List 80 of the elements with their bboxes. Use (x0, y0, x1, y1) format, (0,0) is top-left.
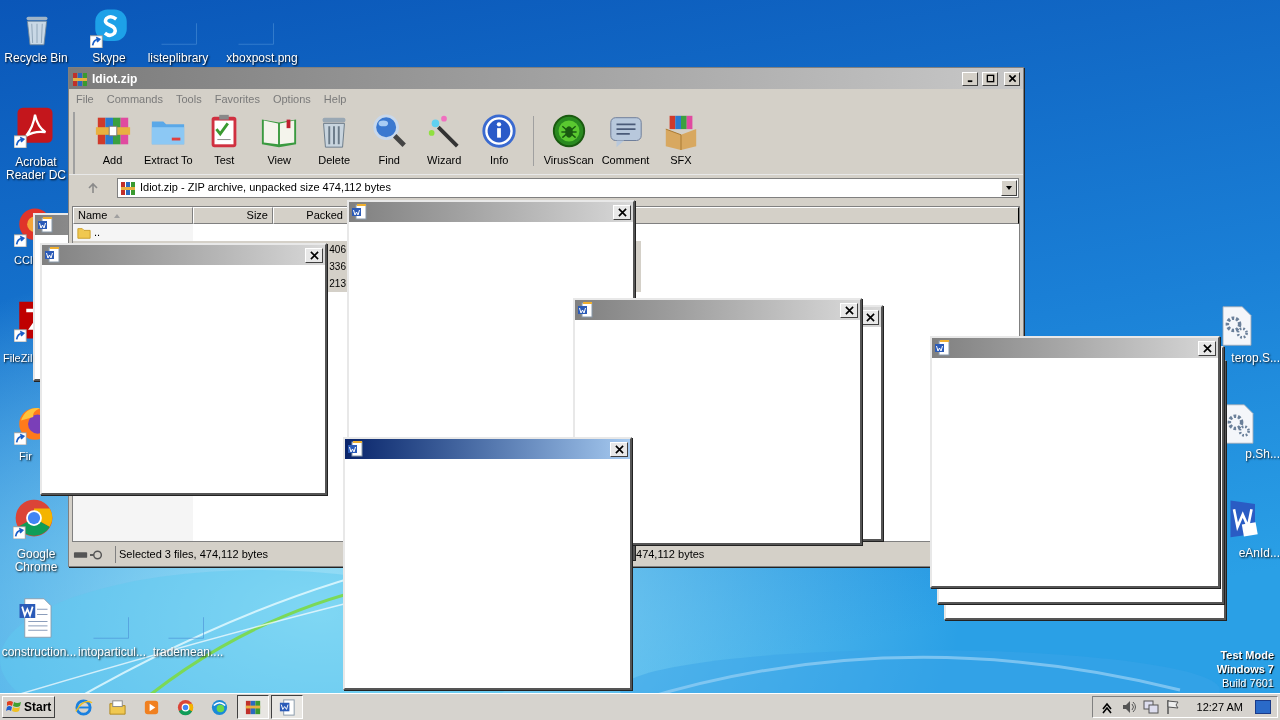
close-button[interactable] (613, 204, 631, 220)
search-icon (370, 112, 409, 150)
maximize-button[interactable] (982, 71, 998, 86)
archive-icon (120, 179, 136, 196)
browser-icon[interactable] (13, 497, 55, 539)
packed-size: 406 (329, 243, 346, 257)
icon-label[interactable]: listeplibrary (141, 52, 215, 65)
close-icon (617, 207, 627, 217)
icon-label[interactable]: Acrobat Reader DC (0, 156, 72, 182)
column-header[interactable]: Name (73, 207, 193, 224)
close-button[interactable] (1198, 340, 1216, 356)
system-text: Build 7601 (1222, 676, 1274, 690)
system-text: Test Mode (1220, 648, 1274, 662)
toolbar-button[interactable]: Extract To (140, 112, 197, 169)
close-button[interactable] (305, 247, 323, 263)
toolbar-button[interactable]: View (251, 112, 307, 169)
network-icon[interactable] (1142, 699, 1159, 715)
dropdown-button[interactable] (1001, 179, 1017, 196)
packed-size: 336 (329, 260, 346, 274)
status-text: Selected 3 files, 474,112 bytes (115, 546, 268, 563)
taskbar-button[interactable] (271, 695, 304, 719)
toolbar-button[interactable]: Add (85, 112, 140, 169)
minimize-button[interactable] (962, 71, 978, 86)
browser-icon (209, 697, 229, 717)
icon-label[interactable]: terop.S... (1226, 352, 1280, 365)
close-icon (1007, 74, 1017, 83)
document-icon (37, 217, 53, 233)
icon-label[interactable]: xboxpost.png (217, 52, 307, 65)
toolbar-button[interactable]: Find (361, 112, 417, 169)
close-button[interactable] (840, 302, 858, 318)
packed-size: 213 (329, 277, 346, 291)
window-title: Idiot.zip (92, 70, 138, 88)
address-field[interactable]: Idiot.zip - ZIP archive, unpacked size 474,112 bytes (117, 177, 1019, 198)
close-icon (614, 444, 624, 454)
document-icon (351, 204, 367, 220)
flag-icon[interactable] (1164, 699, 1181, 715)
up-arrow-icon (87, 181, 99, 194)
close-button[interactable] (1004, 71, 1020, 86)
close-icon (865, 312, 875, 322)
document-icon (44, 247, 60, 263)
toolbar-button[interactable]: Delete (306, 112, 362, 169)
clock-text[interactable]: 12:27 AM (1196, 698, 1243, 716)
toolbar-button[interactable]: Wizard (416, 112, 472, 169)
caret-icon (1005, 183, 1013, 192)
icon-label[interactable]: Skype (80, 52, 138, 65)
toolbar-button[interactable]: Comment (597, 112, 654, 169)
close-icon (844, 305, 854, 315)
file-name: .. (94, 225, 101, 241)
sort-arrow-icon (113, 212, 122, 219)
close-icon (1202, 343, 1212, 353)
document-icon (347, 441, 363, 457)
folder-icon (77, 225, 91, 240)
icon-label[interactable]: p.Sh... (1226, 448, 1280, 461)
browser-icon (73, 697, 93, 717)
toolbar-button[interactable]: Test (196, 112, 252, 169)
column-header[interactable]: Size (193, 207, 273, 224)
status-text: 474,112 bytes (636, 547, 705, 563)
start-button[interactable]: Start (2, 696, 56, 718)
icon-label[interactable]: Recycle Bin (0, 52, 72, 65)
column-header[interactable]: Packed (273, 207, 348, 224)
archive-app-icon (72, 70, 88, 87)
icon-label[interactable]: CCl (14, 254, 36, 267)
address-text: Idiot.zip - ZIP archive, unpacked size 474,112 bytes (140, 180, 392, 196)
document-icon (934, 340, 950, 356)
close-icon (309, 250, 319, 260)
system-text: Windows 7 (1216, 662, 1274, 676)
info-icon (480, 112, 519, 150)
maximize-icon (985, 74, 995, 83)
document-icon (577, 302, 593, 318)
toolbar-button[interactable]: SFX (653, 112, 709, 169)
browser-icon (175, 697, 195, 717)
icon-label[interactable]: FileZil (3, 352, 33, 365)
taskbar-button[interactable] (237, 695, 270, 719)
folder-icon (107, 697, 127, 717)
close-button[interactable] (610, 441, 628, 457)
document-app-icon (277, 697, 297, 717)
speaker-icon[interactable] (1120, 699, 1137, 715)
toolbar-button[interactable]: Info (471, 112, 527, 169)
toolbar-button[interactable]: VirusScan (539, 112, 598, 169)
windows-logo-icon (6, 699, 22, 715)
